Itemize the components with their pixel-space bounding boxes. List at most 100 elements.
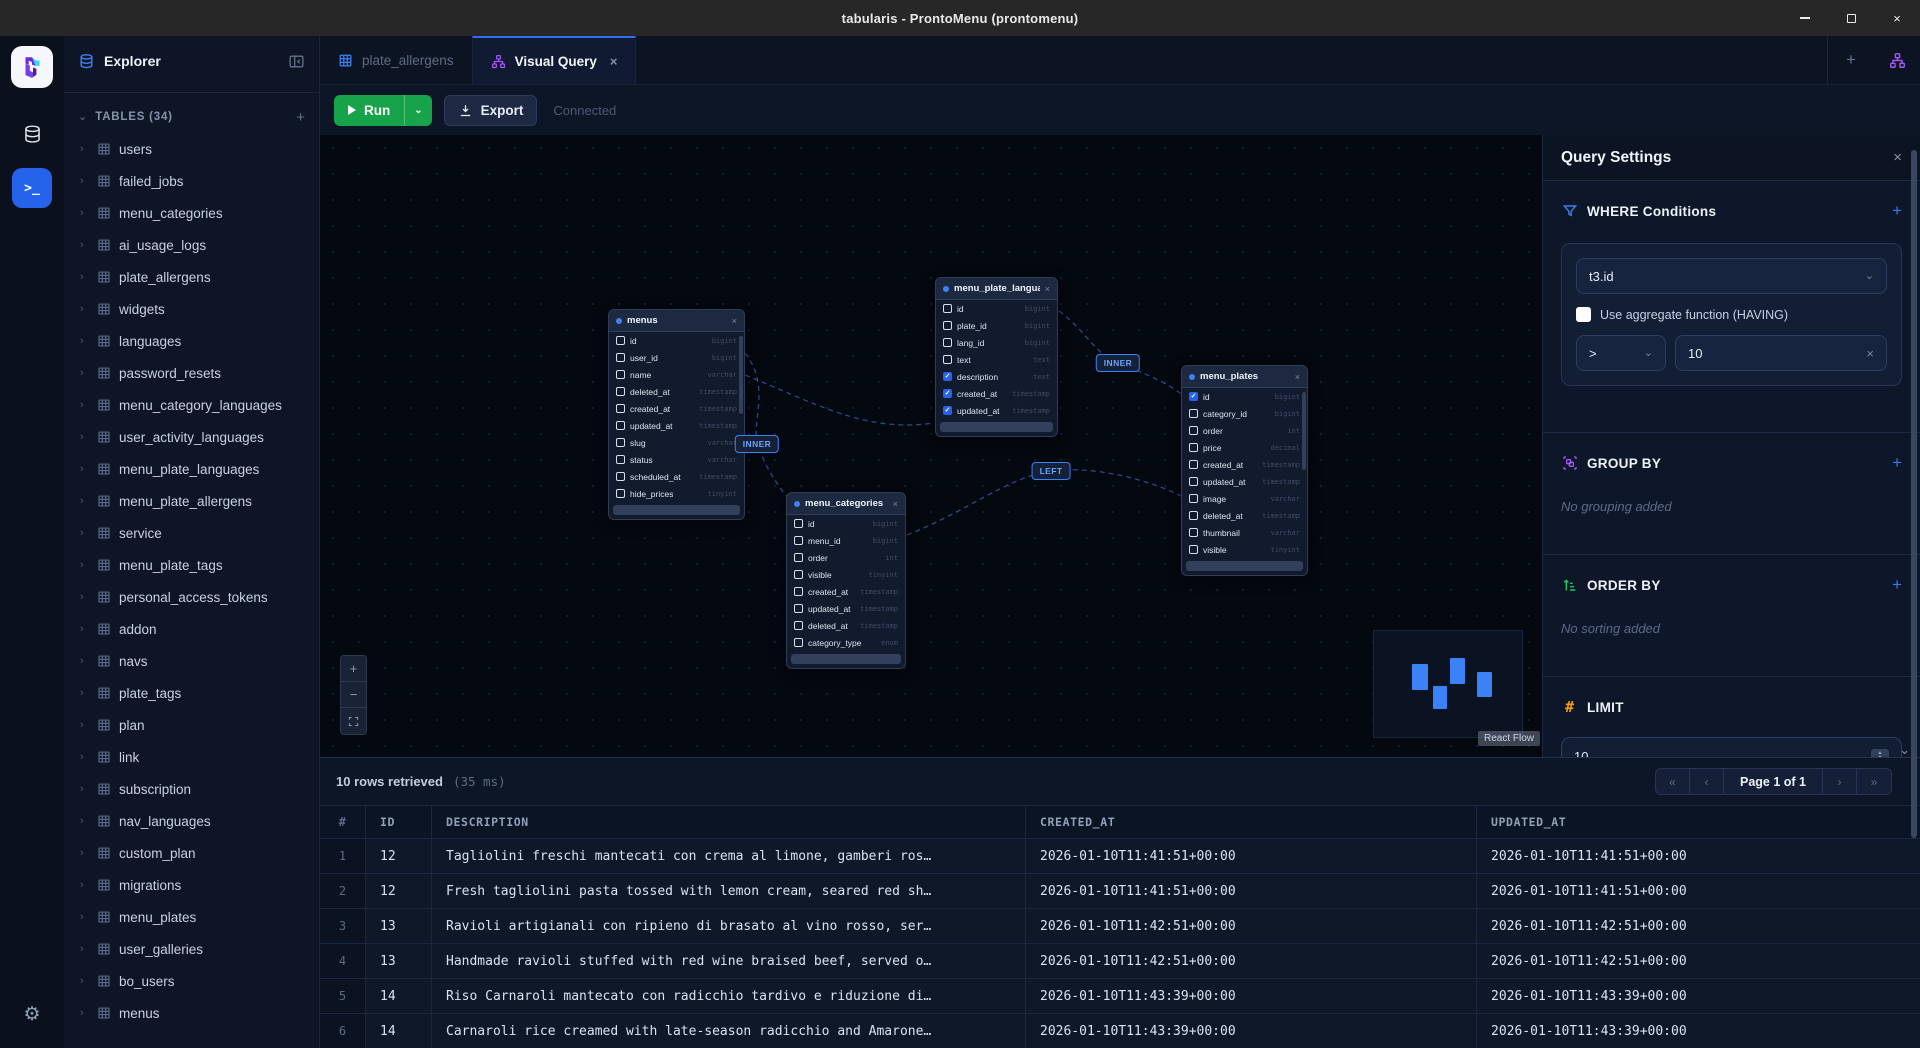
zoom-out-button[interactable]: − <box>341 682 366 708</box>
field-checkbox[interactable] <box>794 570 803 579</box>
data-cell[interactable]: Carnaroli rice creamed with late-season … <box>432 1014 1026 1048</box>
field-checkbox[interactable] <box>1189 477 1198 486</box>
table-row[interactable]: 112Tagliolini freschi mantecati con crem… <box>320 839 1920 874</box>
field-checkbox[interactable] <box>794 604 803 613</box>
data-cell[interactable]: Riso Carnaroli mantecato con radicchio t… <box>432 979 1026 1013</box>
node-field-deleted_at[interactable]: deleted_attimestamp <box>609 383 744 400</box>
field-checkbox[interactable] <box>794 638 803 647</box>
column-header-description[interactable]: DESCRIPTION <box>432 806 1026 838</box>
table-row[interactable]: 313Ravioli artigianali con ripieno di br… <box>320 909 1920 944</box>
field-checkbox-checked[interactable]: ✓ <box>943 389 952 398</box>
data-cell[interactable]: 2026-01-10T11:42:51+00:00 <box>1026 944 1477 978</box>
data-cell[interactable]: 14 <box>366 1014 432 1048</box>
panel-scrollbar[interactable] <box>1911 150 1917 838</box>
field-checkbox[interactable] <box>794 519 803 528</box>
node-field-scheduled_at[interactable]: scheduled_attimestamp <box>609 468 744 485</box>
settings-button[interactable]: ⚙ <box>12 994 52 1034</box>
sidebar-table-item[interactable]: › failed_jobs <box>64 165 319 197</box>
data-cell[interactable]: Tagliolini freschi mantecati con crema a… <box>432 839 1026 873</box>
node-field-hide_prices[interactable]: hide_pricestinyint <box>609 485 744 502</box>
row-number-cell[interactable]: 5 <box>320 979 366 1013</box>
field-checkbox[interactable] <box>616 489 625 498</box>
fit-view-button[interactable] <box>341 708 366 734</box>
sidebar-table-item[interactable]: › navs <box>64 645 319 677</box>
field-checkbox[interactable] <box>794 621 803 630</box>
data-cell[interactable]: 2026-01-10T11:43:39+00:00 <box>1026 1014 1477 1048</box>
table-node-menus[interactable]: menus ×idbigintuser_idbigintnamevarchard… <box>608 309 745 520</box>
sidebar-table-item[interactable]: › menus <box>64 997 319 1029</box>
node-field-deleted_at[interactable]: deleted_attimestamp <box>1182 507 1307 524</box>
table-row[interactable]: 212Fresh tagliolini pasta tossed with le… <box>320 874 1920 909</box>
condition-field-select[interactable]: t3.id ⌄ <box>1576 258 1887 294</box>
remove-node-icon[interactable]: × <box>732 316 737 326</box>
field-checkbox[interactable] <box>943 321 952 330</box>
field-checkbox-checked[interactable]: ✓ <box>1189 392 1198 401</box>
sidebar-table-item[interactable]: › menu_plate_languages <box>64 453 319 485</box>
node-field-order[interactable]: orderint <box>787 549 905 566</box>
zoom-in-button[interactable]: + <box>341 656 366 682</box>
table-row[interactable]: 413Handmade ravioli stuffed with red win… <box>320 944 1920 979</box>
tab-plate-allergens[interactable]: plate_allergens <box>320 36 472 84</box>
minimize-button[interactable] <box>1782 0 1828 36</box>
table-row[interactable]: 514Riso Carnaroli mantecato con radicchi… <box>320 979 1920 1014</box>
sidebar-table-item[interactable]: › ai_usage_logs <box>64 229 319 261</box>
data-cell[interactable]: Handmade ravioli stuffed with red wine b… <box>432 944 1026 978</box>
column-header-id[interactable]: ID <box>366 806 432 838</box>
sidebar-table-item[interactable]: › migrations <box>64 869 319 901</box>
column-header-created_at[interactable]: CREATED_AT <box>1026 806 1477 838</box>
node-field-price[interactable]: pricedecimal <box>1182 439 1307 456</box>
node-field-menu_id[interactable]: menu_idbigint <box>787 532 905 549</box>
field-checkbox-checked[interactable]: ✓ <box>943 406 952 415</box>
maximize-button[interactable] <box>1828 0 1874 36</box>
node-field-updated_at[interactable]: ✓updated_attimestamp <box>936 402 1057 419</box>
field-checkbox[interactable] <box>943 304 952 313</box>
data-cell[interactable]: 13 <box>366 909 432 943</box>
node-field-name[interactable]: namevarchar <box>609 366 744 383</box>
node-field-created_at[interactable]: created_attimestamp <box>1182 456 1307 473</box>
sidebar-table-item[interactable]: › subscription <box>64 773 319 805</box>
tab-visual-query[interactable]: Visual Query × <box>472 36 637 84</box>
field-checkbox[interactable] <box>1189 409 1198 418</box>
field-checkbox[interactable] <box>616 387 625 396</box>
node-field-text[interactable]: texttext <box>936 351 1057 368</box>
data-cell[interactable]: 12 <box>366 874 432 908</box>
node-hscrollbar[interactable] <box>791 654 901 664</box>
node-vscrollbar[interactable] <box>1302 392 1306 470</box>
node-field-created_at[interactable]: ✓created_attimestamp <box>936 385 1057 402</box>
canvas-minimap[interactable] <box>1373 630 1523 738</box>
sidebar-table-item[interactable]: › widgets <box>64 293 319 325</box>
sidebar-table-item[interactable]: › user_galleries <box>64 933 319 965</box>
operator-select[interactable]: > ⌄ <box>1576 335 1666 371</box>
field-checkbox[interactable] <box>616 404 625 413</box>
node-hscrollbar[interactable] <box>940 422 1053 432</box>
sidebar-table-item[interactable]: › custom_plan <box>64 837 319 869</box>
sidebar-table-item[interactable]: › nav_languages <box>64 805 319 837</box>
field-checkbox[interactable] <box>616 370 625 379</box>
field-checkbox[interactable] <box>794 553 803 562</box>
data-cell[interactable]: Fresh tagliolini pasta tossed with lemon… <box>432 874 1026 908</box>
sidebar-table-item[interactable]: › link <box>64 741 319 773</box>
field-checkbox[interactable] <box>616 421 625 430</box>
node-field-updated_at[interactable]: updated_attimestamp <box>787 600 905 617</box>
column-header-updated_at[interactable]: UPDATED_AT <box>1477 806 1920 838</box>
node-field-thumbnail[interactable]: thumbnailvarchar <box>1182 524 1307 541</box>
node-field-created_at[interactable]: created_attimestamp <box>787 583 905 600</box>
condition-value-input[interactable]: 10 × <box>1675 335 1887 371</box>
field-checkbox[interactable] <box>1189 511 1198 520</box>
field-checkbox[interactable] <box>794 536 803 545</box>
data-cell[interactable]: 2026-01-10T11:43:39+00:00 <box>1477 1014 1920 1048</box>
last-page-button[interactable]: » <box>1857 769 1891 794</box>
node-field-visible[interactable]: visibletinyint <box>1182 541 1307 558</box>
clear-value-icon[interactable]: × <box>1866 346 1874 361</box>
field-checkbox[interactable] <box>1189 443 1198 452</box>
scroll-down-indicator[interactable]: ⌄ <box>1899 742 1910 757</box>
node-field-id[interactable]: idbigint <box>787 515 905 532</box>
field-checkbox[interactable] <box>1189 494 1198 503</box>
add-group-button[interactable]: + <box>1892 453 1902 473</box>
add-condition-button[interactable]: + <box>1892 201 1902 221</box>
field-checkbox[interactable] <box>616 472 625 481</box>
close-tab-icon[interactable]: × <box>610 54 618 69</box>
data-cell[interactable]: 12 <box>366 839 432 873</box>
node-field-visible[interactable]: visibletinyint <box>787 566 905 583</box>
field-checkbox[interactable] <box>1189 460 1198 469</box>
